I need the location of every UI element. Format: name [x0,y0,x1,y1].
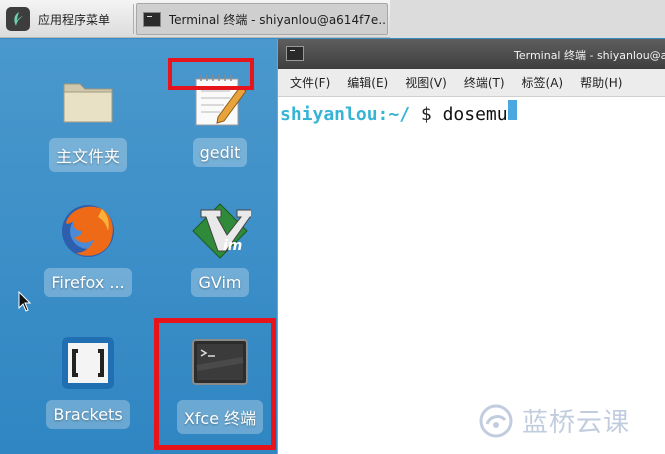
applications-menu-label: 应用程序菜单 [38,12,111,27]
menu-view[interactable]: 视图(V) [405,74,447,91]
desktop-icon-label: Brackets [46,400,130,429]
taskbar: 应用程序菜单 Terminal 终端 - shiyanlou@a614f7e..… [0,0,665,38]
terminal-menubar: 文件(F) 编辑(E) 视图(V) 终端(T) 标签(A) 帮助(H) [278,69,665,97]
prompt-symbol: $ [410,104,443,125]
typed-command: dosemu [442,104,508,125]
app-menu-logo-icon [6,7,30,31]
svg-text:im: im [223,238,242,254]
firefox-icon [56,199,120,263]
taskbar-empty-area [390,0,665,38]
menu-edit[interactable]: 编辑(E) [347,74,388,91]
desktop-icon-firefox[interactable]: Firefox ... [40,199,136,297]
terminal-window: Terminal 终端 - shiyanlou@a6 文件(F) 编辑(E) 视… [277,39,665,454]
terminal-titlebar[interactable]: Terminal 终端 - shiyanlou@a6 [278,39,665,69]
taskbar-separator [133,4,134,34]
menu-terminal[interactable]: 终端(T) [464,74,505,91]
folder-icon [56,69,120,133]
desktop-icon-label: gedit [192,138,248,167]
prompt-user: shiyanlou [280,104,378,125]
xfce-terminal-highlight-box [154,318,276,450]
desktop-icon-brackets[interactable]: Brackets [40,331,136,429]
desktop-icon-home-folder[interactable]: 主文件夹 [40,69,136,172]
desktop-icon-label: GVim [191,268,249,297]
command-highlight-box [168,58,254,90]
terminal-window-icon [286,46,304,61]
menu-help[interactable]: 帮助(H) [580,74,622,91]
text-cursor [507,100,517,120]
taskbar-terminal-task[interactable]: Terminal 终端 - shiyanlou@a614f7e... [136,3,388,35]
brackets-icon [56,331,120,395]
terminal-output-area[interactable]: shiyanlou:~/ $ dosemu [278,97,665,453]
desktop-icon-label: 主文件夹 [48,138,127,172]
terminal-task-icon [143,11,161,27]
desktop-icon-label: Firefox ... [44,268,132,297]
taskbar-task-label: Terminal 终端 - shiyanlou@a614f7e... [168,12,387,27]
menu-tabs[interactable]: 标签(A) [522,74,564,91]
gvim-icon: im [188,199,252,263]
prompt-path: :~/ [377,104,411,125]
command-line: shiyanlou:~/ $ dosemu [280,100,517,125]
terminal-title: Terminal 终端 - shiyanlou@a6 [514,49,665,62]
watermark-logo-icon [479,404,513,437]
watermark: 蓝桥云课 [478,402,630,439]
mouse-cursor-icon [18,290,32,317]
watermark-text: 蓝桥云课 [522,408,631,438]
desktop-icon-gvim[interactable]: im GVim [172,199,268,297]
menu-file[interactable]: 文件(F) [290,74,330,91]
applications-menu-button[interactable]: 应用程序菜单 [6,0,130,38]
